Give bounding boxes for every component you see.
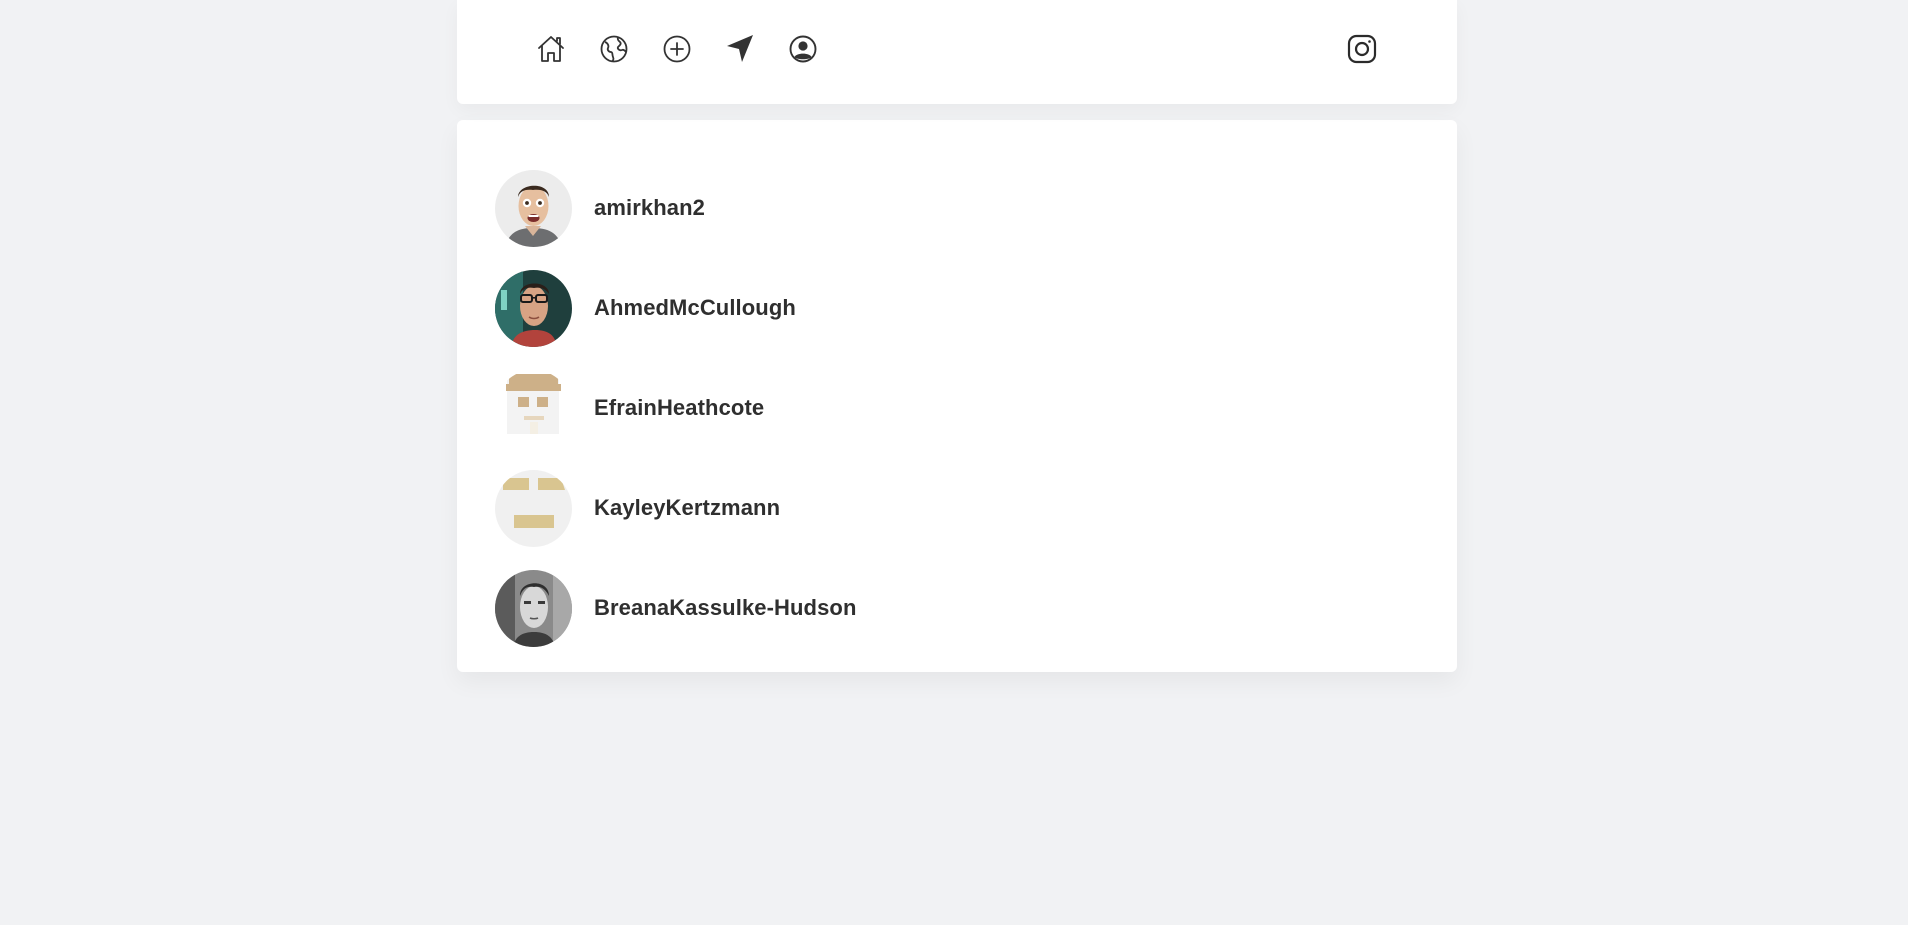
home-icon [538,36,564,62]
user-list-item[interactable]: amirkhan2 [457,158,1457,258]
explore-button[interactable] [598,31,630,67]
avatar[interactable] [495,269,572,347]
user-photo-icon [495,169,572,247]
user-photo-icon [495,569,572,647]
app-container: amirkhan2 AhmedMcCullough EfrainHeathcot… [457,0,1457,672]
identicon-icon [495,469,572,547]
top-navigation-bar [457,0,1457,104]
user-list-item[interactable]: KayleyKertzmann [457,458,1457,558]
username[interactable]: AhmedMcCullough [594,295,796,321]
avatar[interactable] [495,569,572,647]
user-list-item[interactable]: AhmedMcCullough [457,258,1457,358]
identicon-icon [495,369,572,447]
avatar[interactable] [495,369,572,447]
user-list-card: amirkhan2 AhmedMcCullough EfrainHeathcot… [457,120,1457,672]
plus-circle-icon [663,35,691,63]
create-post-button[interactable] [661,31,693,67]
globe-icon [600,35,628,63]
navigation-arrow-icon [727,35,753,62]
username[interactable]: KayleyKertzmann [594,495,780,521]
home-button[interactable] [535,31,567,67]
username[interactable]: EfrainHeathcote [594,395,764,421]
user-list-item[interactable]: BreanaKassulke-Hudson [457,558,1457,658]
instagram-logo-button[interactable] [1345,31,1379,67]
username[interactable]: amirkhan2 [594,195,705,221]
instagram-icon [1347,34,1377,64]
nav-icon-group [535,31,819,67]
direct-messages-button[interactable] [724,31,756,67]
profile-button[interactable] [787,31,819,67]
username[interactable]: BreanaKassulke-Hudson [594,595,857,621]
user-circle-icon [789,35,817,63]
user-list-item[interactable]: EfrainHeathcote [457,358,1457,458]
avatar[interactable] [495,469,572,547]
avatar[interactable] [495,169,572,247]
user-photo-icon [495,269,572,347]
